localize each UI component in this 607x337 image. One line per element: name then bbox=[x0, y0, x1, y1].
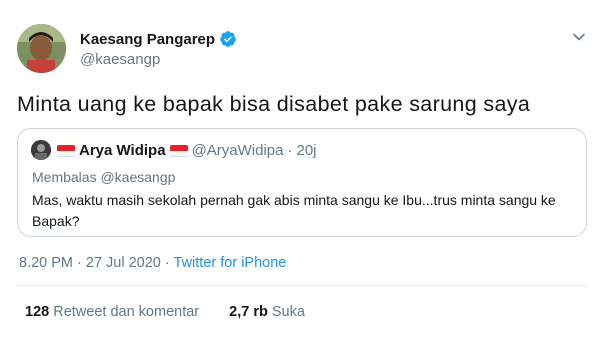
quoted-display-name: Arya Widipa bbox=[79, 142, 166, 159]
quoted-text: Mas, waktu masih sekolah pernah gak abis… bbox=[32, 192, 556, 229]
quoted-header: Arya Widipa @AryaWidipa · 20j bbox=[57, 142, 317, 159]
author-handle[interactable]: @kaesangp bbox=[80, 51, 160, 68]
quoted-avatar[interactable] bbox=[31, 140, 51, 160]
retweets-label: Retweet dan komentar bbox=[53, 304, 200, 320]
tweet-text: Minta uang ke bapak bisa disabet pake sa… bbox=[17, 92, 531, 116]
author-display-name[interactable]: Kaesang Pangarep bbox=[80, 30, 237, 48]
indonesia-flag-icon bbox=[57, 144, 75, 157]
tweet-metadata: 8.20 PM · 27 Jul 2020 · Twitter for iPho… bbox=[19, 255, 286, 271]
separator-dot: · bbox=[164, 255, 170, 271]
tweet-timestamp[interactable]: 8.20 PM · 27 Jul 2020 bbox=[19, 255, 161, 271]
tweet-stats: 128 Retweet dan komentar 2,7 rb Suka bbox=[25, 304, 305, 320]
tweet-source-link[interactable]: Twitter for iPhone bbox=[174, 255, 287, 271]
chevron-down-icon[interactable] bbox=[572, 30, 586, 44]
likes-label: Suka bbox=[271, 304, 305, 320]
verified-badge-icon bbox=[220, 31, 236, 47]
divider bbox=[17, 285, 587, 286]
separator-dot: · bbox=[287, 142, 293, 159]
avatar[interactable] bbox=[17, 24, 66, 73]
indonesia-flag-icon bbox=[169, 144, 188, 157]
quoted-reply-to: Membalas @kaesangp bbox=[32, 169, 176, 185]
retweets-count: 128 bbox=[25, 304, 50, 320]
quoted-handle: @AryaWidipa bbox=[191, 142, 284, 159]
quoted-time: 20j bbox=[296, 142, 317, 159]
likes-count: 2,7 rb bbox=[229, 304, 268, 320]
author-name-row: Kaesang Pangarep bbox=[80, 30, 237, 49]
likes-stat[interactable]: 2,7 rb Suka bbox=[229, 304, 305, 320]
retweets-stat[interactable]: 128 Retweet dan komentar bbox=[25, 304, 203, 320]
quoted-tweet[interactable]: Arya Widipa @AryaWidipa · 20j Membalas @… bbox=[17, 128, 587, 237]
author-display-name-text: Kaesang Pangarep bbox=[80, 30, 216, 48]
tweet-card: Kaesang Pangarep @kaesangp Minta uang ke… bbox=[0, 0, 607, 337]
